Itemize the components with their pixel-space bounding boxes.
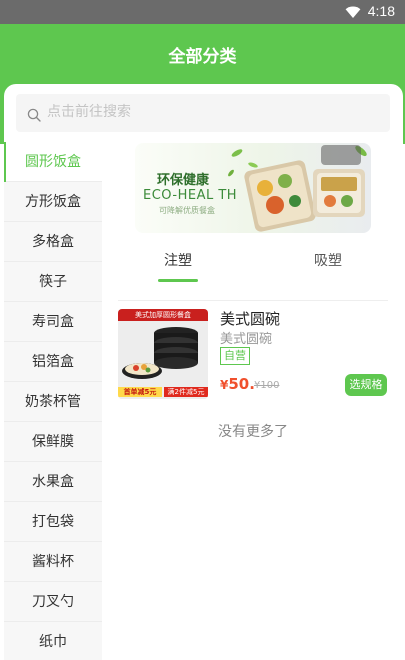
product-image-graphic (118, 321, 208, 399)
sidebar-item-foil-box[interactable]: 铝箔盒 (4, 342, 102, 382)
sidebar-item-fruit-box[interactable]: 水果盒 (4, 462, 102, 502)
search-icon (27, 108, 41, 122)
self-operated-tag: 自营 (220, 347, 250, 365)
category-sidebar: 圆形饭盒 方形饭盒 多格盒 筷子 寿司盒 铝箔盒 奶茶杯管 保鲜膜 水果盒 打包… (4, 142, 102, 660)
product-image-badge-first-order: 首单减5元 (118, 387, 162, 397)
page-title: 全部分类 (168, 47, 237, 67)
product-subtitle: 美式圆碗 (220, 332, 273, 347)
banner-subtitle: ECO-HEAL TH (143, 188, 238, 203)
sidebar-item-tissue[interactable]: 纸巾 (4, 622, 102, 660)
sidebar-item-cling-film[interactable]: 保鲜膜 (4, 422, 102, 462)
sidebar-item-sauce-cup[interactable]: 酱料杯 (4, 542, 102, 582)
status-time: 4:18 (367, 3, 395, 19)
banner-caption: 可降解优质餐盒 (159, 206, 215, 215)
select-spec-button[interactable]: 选规格 (345, 374, 387, 396)
sidebar-item-milk-tea-cup[interactable]: 奶茶杯管 (4, 382, 102, 422)
product-image-label: 美式加厚圆形餐盒 (118, 309, 208, 321)
sidebar-item-chopsticks[interactable]: 筷子 (4, 262, 102, 302)
status-bar: 4:18 (0, 0, 405, 24)
tab-blister[interactable]: 吸塑 (314, 250, 342, 270)
wifi-icon (345, 6, 361, 19)
product-name[interactable]: 美式圆碗 (220, 308, 280, 329)
search-placeholder: 点击前往搜索 (47, 104, 131, 120)
tab-injection[interactable]: 注塑 (164, 250, 192, 270)
product-item[interactable]: 美式加厚圆形餐盒 首单减5元 满2件减5元 美式圆碗 美式圆碗 自营 ¥50. … (118, 309, 388, 401)
search-bar[interactable]: 点击前往搜索 (16, 94, 390, 132)
price-value: 50. (228, 375, 255, 393)
sidebar-item-packing-bag[interactable]: 打包袋 (4, 502, 102, 542)
promo-banner[interactable]: 环保健康 ECO-HEAL TH 可降解优质餐盒 (135, 143, 371, 233)
no-more-text: 没有更多了 (218, 424, 288, 440)
sidebar-item-round-box[interactable]: 圆形饭盒 (4, 142, 102, 182)
active-tab-indicator (158, 279, 198, 282)
sidebar-item-multi-grid-box[interactable]: 多格盒 (4, 222, 102, 262)
original-price: ¥100 (254, 380, 280, 391)
sidebar-item-sushi-box[interactable]: 寿司盒 (4, 302, 102, 342)
product-image-badge-discount: 满2件减5元 (164, 387, 208, 397)
sidebar-item-cutlery[interactable]: 刀叉勺 (4, 582, 102, 622)
banner-title: 环保健康 (157, 173, 210, 188)
material-tabs: 注塑 吸塑 (118, 245, 388, 301)
product-image[interactable]: 美式加厚圆形餐盒 首单减5元 满2件减5元 (118, 309, 208, 399)
product-price: ¥50. (220, 375, 255, 393)
sidebar-item-square-box[interactable]: 方形饭盒 (4, 182, 102, 222)
